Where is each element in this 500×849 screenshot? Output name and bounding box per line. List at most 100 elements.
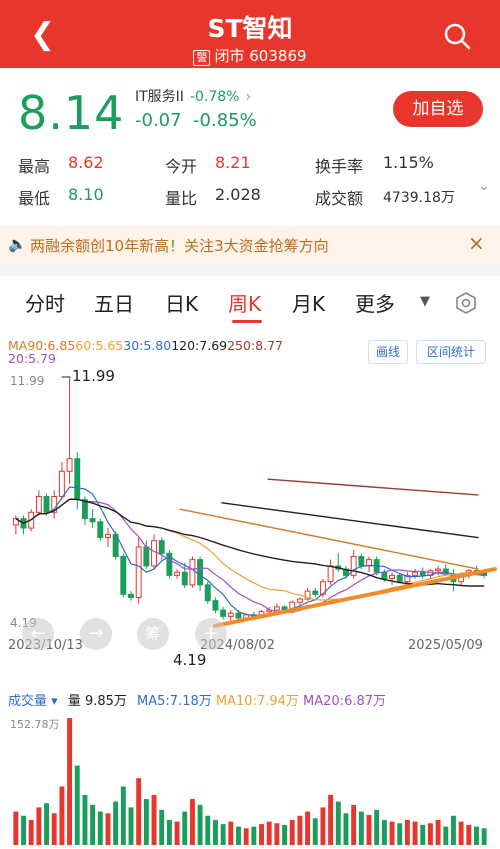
add-watchlist-button[interactable]: 加自选 bbox=[393, 91, 483, 127]
candle-body bbox=[151, 540, 157, 567]
volume-bar bbox=[143, 799, 149, 845]
stat-high: 最高 8.62 bbox=[18, 153, 104, 177]
candle-body bbox=[189, 559, 196, 586]
range-stats-button[interactable]: 区间统计 bbox=[416, 340, 486, 364]
candle-body bbox=[66, 458, 73, 472]
volume-bar bbox=[458, 821, 464, 845]
stat-low-value: 8.10 bbox=[68, 185, 104, 204]
ma90-line bbox=[179, 508, 479, 570]
volume-bar bbox=[397, 823, 403, 845]
scroll-left-button[interactable]: ← bbox=[22, 618, 54, 650]
active-tab-indicator bbox=[232, 320, 262, 323]
stat-open-value: 8.21 bbox=[215, 153, 251, 172]
volume-bar bbox=[450, 815, 456, 845]
volume-selector[interactable]: 成交量 ▾ bbox=[8, 694, 58, 709]
divider bbox=[0, 264, 500, 276]
tab-more[interactable]: 更多 bbox=[355, 288, 395, 317]
stat-amount-value: 4739.18万 bbox=[383, 190, 455, 206]
change-value: -0.07 bbox=[135, 110, 182, 131]
change-pct: -0.85% bbox=[193, 110, 257, 131]
volume-bar bbox=[28, 819, 34, 845]
search-icon[interactable] bbox=[443, 22, 471, 50]
volume-bar bbox=[97, 811, 103, 845]
scroll-right-button[interactable]: → bbox=[80, 618, 112, 650]
tab-weekly[interactable]: 周K bbox=[228, 288, 261, 317]
volume-bar bbox=[335, 801, 341, 845]
volume-bar bbox=[120, 786, 126, 845]
header-bar: ❮ ST智知 警闭市 603869 bbox=[0, 0, 500, 68]
volume-bar bbox=[21, 815, 26, 845]
volume-bar bbox=[412, 821, 418, 845]
volume-bar bbox=[44, 803, 50, 845]
sector-pct: -0.78% bbox=[189, 89, 240, 105]
tab-intraday[interactable]: 分时 bbox=[25, 288, 65, 317]
period-tabs: 分时 五日 日K 周K 月K 更多 ▼ bbox=[0, 288, 500, 323]
stat-ratio-value: 2.028 bbox=[215, 185, 261, 204]
volume-amount: 量 9.85万 bbox=[67, 694, 127, 709]
volume-bar bbox=[274, 823, 280, 845]
candle-body bbox=[235, 612, 242, 619]
candle-body bbox=[128, 593, 134, 598]
tab-daily[interactable]: 日K bbox=[165, 288, 198, 317]
tab-monthly[interactable]: 月K bbox=[292, 288, 325, 317]
candle-body bbox=[43, 496, 50, 513]
candle-body bbox=[143, 546, 150, 567]
volume-bar bbox=[212, 819, 218, 845]
volume-bar bbox=[297, 815, 303, 845]
candle-body bbox=[197, 559, 204, 586]
volume-top-label: 152.78万 bbox=[10, 718, 60, 731]
volume-bar bbox=[443, 826, 449, 845]
volume-bar bbox=[312, 818, 318, 845]
filter-button[interactable]: 筹 bbox=[137, 618, 169, 650]
volume-bar bbox=[74, 765, 80, 845]
volume-bar bbox=[374, 809, 380, 845]
tab-five-day[interactable]: 五日 bbox=[94, 288, 134, 317]
candle-body bbox=[419, 571, 426, 576]
stat-high-value: 8.62 bbox=[68, 153, 104, 172]
candle-body bbox=[135, 546, 142, 598]
candle-body bbox=[227, 612, 234, 617]
volume-bar bbox=[128, 807, 134, 845]
volume-bar bbox=[420, 824, 426, 845]
sector-info[interactable]: IT服务II -0.78% › bbox=[135, 86, 251, 106]
stat-turnover-value: 1.15% bbox=[383, 153, 434, 172]
volume-legend: 成交量 ▾ 量 9.85万 MA5:7.18万 MA10:7.94万 MA20:… bbox=[8, 690, 386, 709]
close-icon[interactable]: × bbox=[468, 231, 485, 255]
zoom-in-button[interactable]: + bbox=[195, 618, 227, 650]
volume-bar bbox=[13, 811, 19, 845]
volume-bar bbox=[113, 801, 119, 845]
volume-bar bbox=[282, 824, 288, 845]
stat-amount-label: 成交额 bbox=[315, 189, 364, 208]
volume-bar bbox=[427, 823, 433, 845]
stat-ratio-label: 量比 bbox=[165, 189, 198, 208]
ma60-value: 60:5.65 bbox=[75, 338, 124, 353]
volume-bar bbox=[166, 819, 172, 845]
volume-bar bbox=[474, 826, 479, 845]
volume-ma5: MA5:7.18万 bbox=[137, 694, 212, 709]
candle-body bbox=[435, 568, 442, 572]
volume-bar bbox=[259, 824, 264, 845]
candle-body bbox=[396, 574, 403, 583]
volume-ma20: MA20:6.87万 bbox=[303, 694, 387, 709]
kline-chart[interactable]: 11.99 4.19 11.99 4.19 2023/10/13 2024/08… bbox=[0, 363, 500, 685]
candle-body bbox=[204, 584, 211, 602]
volume-chart[interactable]: 152.78万 bbox=[0, 710, 500, 849]
volume-bar bbox=[59, 786, 65, 845]
warning-badge: 警 bbox=[193, 50, 211, 66]
volume-bar bbox=[381, 819, 387, 845]
candle-body bbox=[296, 598, 303, 603]
stock-subline: 警闭市 603869 bbox=[0, 45, 500, 66]
volume-bar bbox=[174, 821, 180, 845]
volume-bar bbox=[105, 813, 111, 845]
expand-icon[interactable]: ⌄ bbox=[478, 178, 490, 194]
banner-text: 两融余额创10年新高！关注3大资金抢筹方向 bbox=[30, 237, 329, 255]
news-banner[interactable]: 🔈 两融余额创10年新高！关注3大资金抢筹方向 × bbox=[0, 226, 500, 264]
volume-bar bbox=[159, 809, 165, 845]
candle-body bbox=[174, 571, 181, 576]
candle-body bbox=[105, 533, 111, 539]
caret-down-icon[interactable]: ▼ bbox=[420, 294, 430, 309]
settings-icon[interactable] bbox=[455, 292, 477, 314]
ma120-line bbox=[221, 502, 479, 539]
volume-bar bbox=[305, 811, 311, 845]
draw-line-button[interactable]: 画线 bbox=[368, 340, 408, 364]
